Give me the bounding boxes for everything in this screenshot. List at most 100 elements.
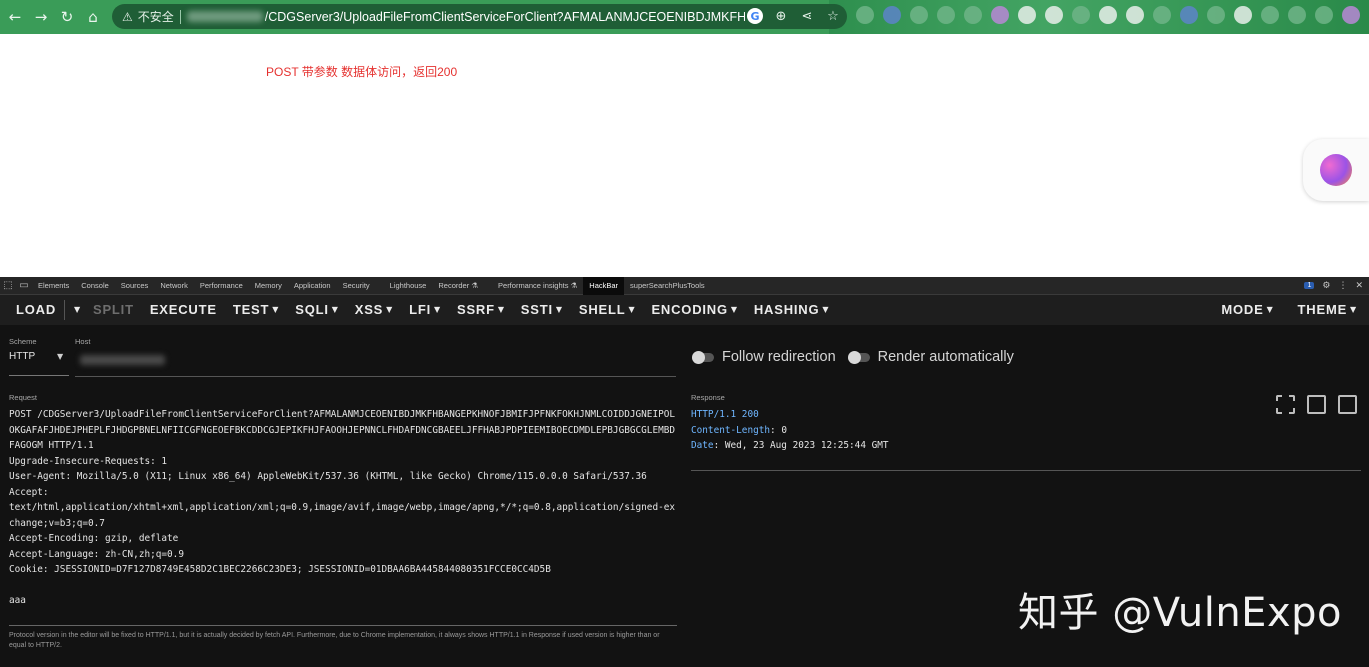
tab-memory[interactable]: Memory — [249, 277, 288, 295]
home-button[interactable]: ⌂ — [82, 6, 104, 28]
test-menu[interactable]: TEST ▼ — [225, 295, 287, 325]
hashing-menu-label: HASHING — [753, 302, 820, 317]
issues-badge[interactable]: 1 — [1304, 282, 1315, 289]
response-underline — [691, 470, 1361, 471]
devtools-right-controls: 1 ⚙ ⋮ ✕ — [1304, 281, 1369, 291]
address-separator — [179, 9, 181, 24]
brain-icon — [1320, 154, 1352, 186]
settings-gear-icon[interactable]: ⚙ — [1322, 281, 1330, 291]
caret-down-icon: ▼ — [628, 305, 636, 314]
zoom-icon[interactable]: ⊕ — [773, 8, 789, 24]
hashing-menu[interactable]: HASHING ▼ — [746, 295, 838, 325]
extension-icon[interactable] — [1018, 6, 1036, 24]
find-in-page-icon[interactable] — [1307, 395, 1326, 414]
tab-network[interactable]: Network — [154, 277, 194, 295]
extension-icon[interactable] — [1099, 6, 1117, 24]
host-redacted — [186, 11, 263, 22]
shell-menu[interactable]: SHELL ▼ — [571, 295, 644, 325]
execute-button[interactable]: EXECUTE — [142, 295, 225, 325]
scheme-select[interactable]: HTTP — [9, 351, 35, 362]
response-actions — [1276, 395, 1357, 414]
tab-security[interactable]: Security — [337, 277, 376, 295]
load-dropdown-icon[interactable]: ▼ — [67, 295, 85, 325]
forward-button[interactable]: → — [30, 6, 52, 28]
encoding-menu[interactable]: ENCODING ▼ — [643, 295, 745, 325]
page-viewport: POST 带参数 数据体访问，返回200 — [0, 34, 1369, 277]
extension-icon[interactable] — [1261, 6, 1279, 24]
extension-icon[interactable] — [1180, 6, 1198, 24]
scheme-underline — [9, 375, 69, 376]
extension-icon[interactable] — [1045, 6, 1063, 24]
preview-screen-icon[interactable] — [1338, 395, 1357, 414]
select-all-icon[interactable] — [1276, 395, 1295, 414]
inspect-element-icon[interactable]: ⬚ — [0, 280, 16, 291]
extension-icon[interactable] — [910, 6, 928, 24]
caret-down-icon: ▼ — [386, 305, 394, 314]
extension-icon[interactable] — [1072, 6, 1090, 24]
extension-icon[interactable] — [1207, 6, 1225, 24]
encoding-menu-label: ENCODING — [651, 302, 728, 317]
back-button[interactable]: ← — [4, 6, 26, 28]
url-text[interactable]: /CDGServer3/UploadFileFromClientServiceF… — [265, 10, 745, 24]
response-header-value: : Wed, 23 Aug 2023 12:25:44 GMT — [713, 440, 889, 451]
response-label: Response — [691, 393, 725, 402]
extension-icon[interactable] — [1234, 6, 1252, 24]
ssrf-menu-label: SSRF — [456, 302, 495, 317]
tab-hackbar[interactable]: HackBar — [583, 276, 625, 295]
xss-menu[interactable]: XSS ▼ — [347, 295, 401, 325]
caret-down-icon: ▼ — [497, 305, 505, 314]
tab-performance-insights[interactable]: Performance insights ⚗ — [492, 277, 583, 295]
extension-icon[interactable] — [856, 6, 874, 24]
extension-icon[interactable] — [1288, 6, 1306, 24]
extension-icon[interactable] — [1153, 6, 1171, 24]
request-pane: Scheme Host HTTP ▼ Request POST /CDGServ… — [0, 325, 684, 667]
tab-lighthouse[interactable]: Lighthouse — [384, 277, 433, 295]
response-status-line: HTTP/1.1 200 — [691, 409, 759, 420]
more-options-icon[interactable]: ⋮ — [1338, 281, 1347, 291]
tab-sources[interactable]: Sources — [115, 277, 155, 295]
sqli-menu-label: SQLI — [295, 302, 329, 317]
host-input[interactable] — [80, 355, 165, 365]
scheme-caret-icon[interactable]: ▼ — [57, 352, 63, 361]
load-separator — [64, 300, 66, 320]
extension-icon[interactable] — [991, 6, 1009, 24]
tab-supersearchplustools[interactable]: superSearchPlusTools — [624, 277, 711, 295]
sqli-menu[interactable]: SQLI ▼ — [287, 295, 347, 325]
tab-recorder[interactable]: Recorder ⚗ — [432, 277, 484, 295]
load-button[interactable]: LOAD — [8, 295, 64, 325]
extension-icon[interactable] — [964, 6, 982, 24]
follow-redirection-toggle[interactable] — [692, 350, 714, 364]
google-lens-icon[interactable]: G — [747, 8, 763, 24]
split-button[interactable]: SPLIT — [85, 295, 142, 325]
close-devtools-icon[interactable]: ✕ — [1355, 281, 1363, 291]
caret-down-icon: ▼ — [822, 305, 830, 314]
ssrf-menu[interactable]: SSRF ▼ — [449, 295, 513, 325]
reload-button[interactable]: ↻ — [56, 6, 78, 28]
share-icon[interactable]: ⋖ — [799, 8, 815, 24]
caret-down-icon: ▼ — [730, 305, 738, 314]
xss-menu-label: XSS — [354, 302, 384, 317]
ssti-menu[interactable]: SSTI ▼ — [513, 295, 571, 325]
render-automatically-label: Render automatically — [877, 349, 1014, 365]
request-editor[interactable]: POST /CDGServer3/UploadFileFromClientSer… — [9, 407, 677, 609]
extension-icon[interactable] — [1315, 6, 1333, 24]
theme-menu[interactable]: THEME ▼ — [1290, 295, 1365, 325]
extension-icon[interactable] — [937, 6, 955, 24]
profile-avatar[interactable] — [1342, 6, 1360, 24]
tab-console[interactable]: Console — [75, 277, 115, 295]
tab-application[interactable]: Application — [288, 277, 337, 295]
lfi-menu[interactable]: LFI ▼ — [401, 295, 449, 325]
device-toolbar-icon[interactable]: ▭ — [16, 280, 32, 291]
tab-performance[interactable]: Performance — [194, 277, 249, 295]
bookmark-star-icon[interactable]: ☆ — [825, 8, 841, 24]
address-bar[interactable]: ⚠ 不安全 /CDGServer3/UploadFileFromClientSe… — [112, 4, 847, 29]
tab-elements[interactable]: Elements — [32, 277, 75, 295]
render-automatically-toggle[interactable] — [847, 350, 870, 364]
response-output: HTTP/1.1 200 Content-Length: 0 Date: Wed… — [691, 407, 889, 454]
extension-icon[interactable] — [1126, 6, 1144, 24]
caret-down-icon: ▼ — [272, 305, 280, 314]
assistant-side-tab[interactable] — [1303, 139, 1369, 201]
extension-icon[interactable] — [883, 6, 901, 24]
security-label[interactable]: 不安全 — [138, 8, 174, 25]
mode-menu[interactable]: MODE ▼ — [1213, 295, 1281, 325]
